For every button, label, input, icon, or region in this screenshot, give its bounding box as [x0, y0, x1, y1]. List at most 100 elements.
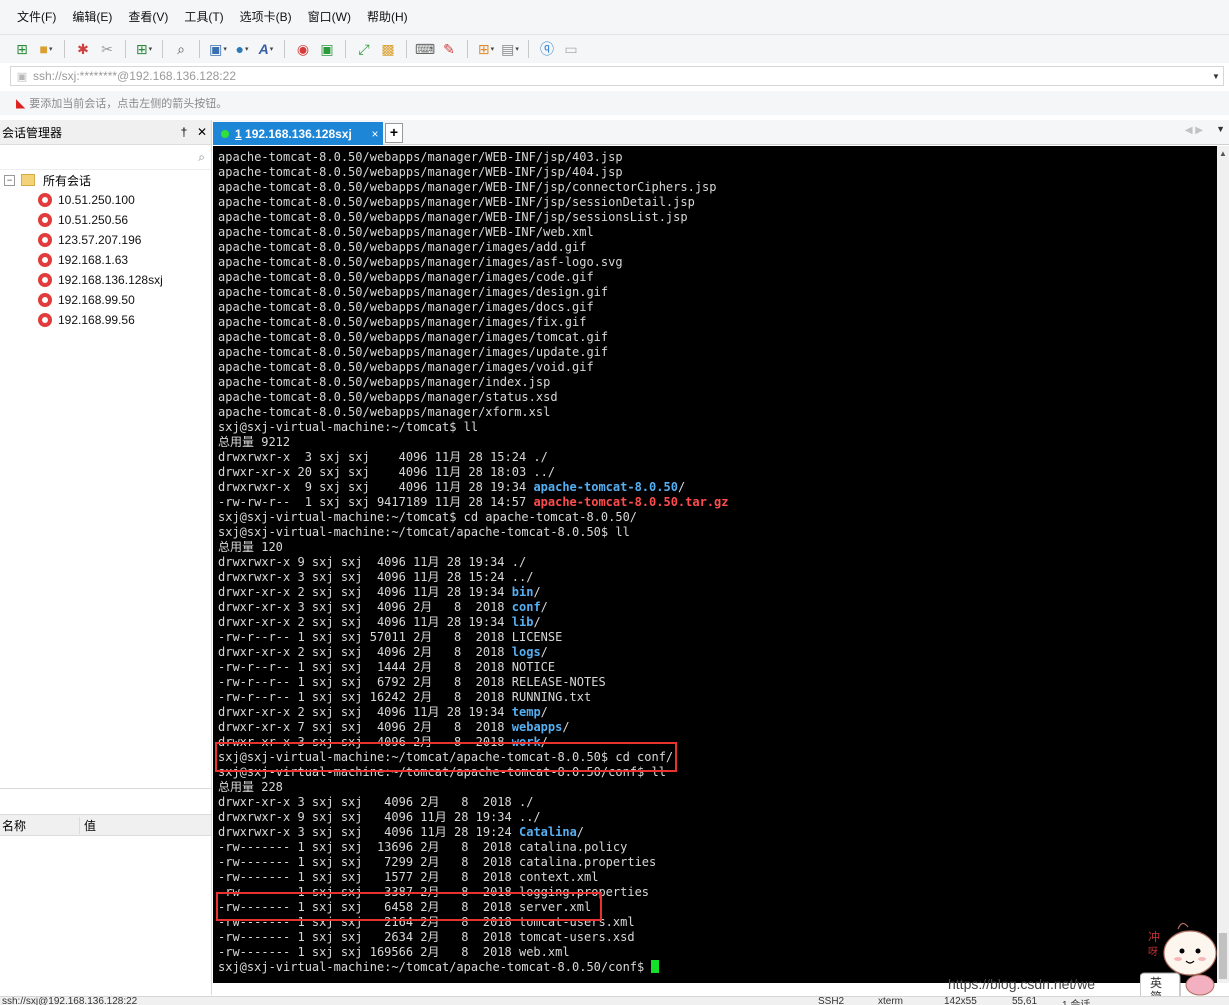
sticker-char: 冲 [1148, 929, 1160, 944]
terminal-text: drwxrwxr-x 3 sxj sxj 4096 11月 28 19:24 [218, 825, 519, 839]
globe-icon[interactable]: ● ▾ [232, 39, 252, 59]
close-icon[interactable]: ✕ [193, 125, 211, 139]
terminal-text: 总用量 228 [218, 780, 283, 794]
new-tab-button[interactable]: + [385, 123, 403, 143]
panel-splitter[interactable] [0, 788, 211, 789]
highlight-box-server-xml [216, 892, 602, 921]
terminal-cursor [651, 960, 660, 973]
tab-session[interactable]: 1 192.168.136.128sxj × [213, 122, 383, 145]
help-icon[interactable]: ⓠ [537, 39, 557, 59]
terminal-line: drwxr-xr-x 7 sxj sxj 4096 2月 8 2018 weba… [218, 720, 729, 735]
watermark: https://blog.csdn.net/we [948, 976, 1096, 992]
terminal-text: drwxr-xr-x 3 sxj sxj 4096 2月 8 2018 [218, 600, 512, 614]
highlight-icon[interactable]: ✎ [439, 39, 459, 59]
menu-window[interactable]: 窗口(W) [300, 7, 359, 27]
session-label: 192.168.99.50 [58, 293, 135, 307]
open-folder-icon[interactable]: ■ ▾ [36, 39, 56, 59]
chat-icon[interactable]: ▭ [561, 39, 581, 59]
tab-scroll-arrows-icon[interactable]: ◀ ▶ [1185, 125, 1203, 136]
terminal-line: 总用量 9212 [218, 435, 729, 450]
session-icon [38, 253, 52, 267]
terminal-text: -rw------- 1 sxj sxj 7299 2月 8 2018 cata… [218, 855, 657, 869]
session-manager-title: 会话管理器 [2, 125, 63, 140]
keyboard-icon[interactable]: ⌨ [415, 39, 435, 59]
tab-list-icon[interactable]: ▼ [1216, 124, 1225, 134]
menu-tabs[interactable]: 选项卡(B) [232, 7, 300, 27]
disconnect-icon[interactable]: ✂ [97, 39, 117, 59]
terminal-text: / [533, 615, 541, 629]
terminal-text: / [677, 480, 686, 494]
fullscreen-icon[interactable]: ⤢ [354, 39, 374, 59]
session-item[interactable]: 192.168.99.56 [0, 310, 211, 330]
terminal-text: -rw------- 1 sxj sxj 1577 2月 8 2018 cont… [218, 870, 599, 884]
menu-tools[interactable]: 工具(T) [176, 7, 231, 27]
session-item[interactable]: 192.168.99.50 [0, 290, 211, 310]
compose-icon[interactable]: ⊞ ▾ [476, 39, 496, 59]
terminal-text: / [540, 705, 548, 719]
session-item[interactable]: 123.57.207.196 [0, 230, 211, 250]
font-icon[interactable]: A ▾ [256, 39, 276, 59]
terminal-text: -rw-r--r-- 1 sxj sxj 57011 2月 8 2018 LIC… [218, 630, 563, 644]
session-icon [38, 313, 52, 327]
lock-icon[interactable]: ▩ [378, 39, 398, 59]
menu-help[interactable]: 帮助(H) [359, 7, 416, 27]
layout-icon[interactable]: ▤ ▾ [500, 39, 520, 59]
address-value[interactable]: ssh://sxj:********@192.168.136.128:22 [33, 69, 1209, 83]
add-session-arrow-icon[interactable]: ◣ [16, 96, 25, 110]
terminal-text: apache-tomcat-8.0.50/webapps/manager/ima… [218, 255, 623, 269]
menu-view[interactable]: 查看(V) [120, 7, 176, 27]
find-icon[interactable]: ⌕ [171, 39, 191, 59]
session-label: 192.168.1.63 [58, 253, 129, 267]
toolbar-separator [199, 40, 200, 58]
chevron-down-icon[interactable]: ▼ [1209, 72, 1223, 81]
collapse-icon[interactable]: − [4, 174, 15, 186]
terminal-line: apache-tomcat-8.0.50/webapps/manager/WEB… [218, 225, 729, 240]
terminal-line: -rw------- 1 sxj sxj 2634 2月 8 2018 tomc… [218, 930, 729, 945]
terminal-line: -rw-r--r-- 1 sxj sxj 6792 2月 8 2018 RELE… [218, 675, 729, 690]
terminal-line: drwxr-xr-x 2 sxj sxj 4096 2月 8 2018 logs… [218, 645, 729, 660]
session-item[interactable]: 10.51.250.100 [0, 190, 211, 210]
terminal-line: drwxr-xr-x 3 sxj sxj 4096 2月 8 2018 ./ [218, 795, 729, 810]
terminal-text: apache-tomcat-8.0.50 [533, 480, 678, 494]
scroll-up-icon[interactable]: ▲ [1219, 149, 1227, 158]
terminal-line: drwxrwxr-x 3 sxj sxj 4096 11月 28 15:24 .… [218, 570, 729, 585]
properties-icon[interactable]: ▣ ▾ [208, 39, 228, 59]
tree-root-all-sessions[interactable]: − 所有会话 [0, 170, 211, 190]
terminal-line: drwxr-xr-x 3 sxj sxj 4096 2月 8 2018 conf… [218, 600, 729, 615]
menu-file[interactable]: 文件(F) [9, 7, 64, 27]
session-item[interactable]: 10.51.250.56 [0, 210, 211, 230]
xshell-icon[interactable]: ◉ [293, 39, 313, 59]
address-bar[interactable]: ▣ ssh://sxj:********@192.168.136.128:22 … [10, 66, 1224, 86]
session-search[interactable]: ⌕ [0, 145, 211, 170]
terminal-text: / [562, 720, 570, 734]
terminal-text: apache-tomcat-8.0.50/webapps/manager/ima… [218, 240, 587, 254]
terminal-line: apache-tomcat-8.0.50/webapps/manager/xfo… [218, 405, 729, 420]
terminal-line: apache-tomcat-8.0.50/webapps/manager/WEB… [218, 165, 729, 180]
terminal-text: drwxrwxr-x 9 sxj sxj 4096 11月 28 19:34 .… [218, 810, 541, 824]
terminal-text: bin [511, 585, 534, 599]
terminal-line: sxj@sxj-virtual-machine:~/tomcat/apache-… [218, 525, 729, 540]
session-item[interactable]: 192.168.136.128sxj [0, 270, 211, 290]
terminal-line: apache-tomcat-8.0.50/webapps/manager/WEB… [218, 150, 729, 165]
terminal-view[interactable]: apache-tomcat-8.0.50/webapps/manager/WEB… [213, 146, 1217, 983]
session-tree: − 所有会话 10.51.250.100 10.51.250.56 123.57… [0, 170, 211, 330]
toolbar-separator [345, 40, 346, 58]
xftp-icon[interactable]: ▣ [317, 39, 337, 59]
menu-edit[interactable]: 编辑(E) [64, 7, 120, 27]
terminal-line: apache-tomcat-8.0.50/webapps/manager/ind… [218, 375, 729, 390]
properties-value-column: 值 [84, 818, 97, 833]
pin-icon[interactable]: † [175, 125, 193, 139]
tab-close-button[interactable]: × [367, 127, 383, 141]
terminal-text: sxj@sxj-virtual-machine:~/tomcat/apache-… [218, 525, 630, 539]
vertical-scrollbar[interactable]: ▲ [1217, 146, 1229, 983]
connect-icon[interactable]: ✱ [73, 39, 93, 59]
session-icon [38, 273, 52, 287]
new-session-icon[interactable]: ⊞ [12, 39, 32, 59]
highlight-box-cd-conf [215, 742, 677, 772]
terminal-line: apache-tomcat-8.0.50/webapps/manager/ima… [218, 300, 729, 315]
search-icon[interactable]: ⌕ [198, 150, 205, 165]
session-item[interactable]: 192.168.1.63 [0, 250, 211, 270]
new-tab-icon[interactable]: ⊞ ▾ [134, 39, 154, 59]
terminal-text: apache-tomcat-8.0.50/webapps/manager/xfo… [218, 405, 551, 419]
lock-icon: ▣ [16, 70, 28, 83]
